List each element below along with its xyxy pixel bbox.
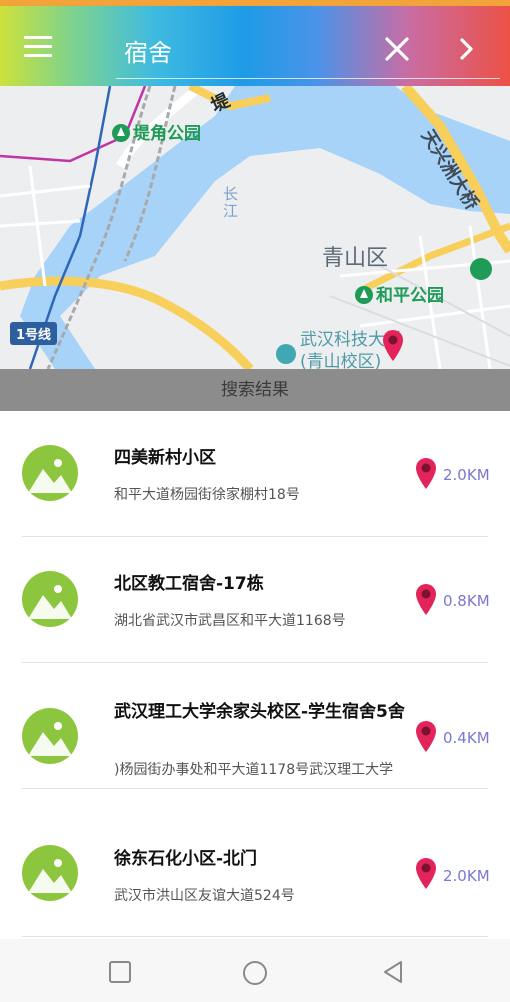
results-list: 四美新村小区 和平大道杨园街徐家棚村18号 2.0KM 北区教工宿舍-17栋 湖… — [0, 411, 510, 939]
result-name: 北区教工宿舍-17栋 — [114, 574, 264, 594]
result-address: 武汉市洪山区友谊大道524号 — [114, 888, 295, 904]
map-park-label[interactable]: 和平公园 — [355, 281, 444, 306]
recent-apps-icon[interactable] — [107, 959, 133, 985]
image-icon — [22, 571, 78, 627]
park-icon — [355, 286, 373, 304]
result-item[interactable]: 四美新村小区 和平大道杨园街徐家棚村18号 2.0KM — [0, 411, 510, 537]
result-address: 湖北省武汉市武昌区和平大道1168号 — [114, 613, 346, 629]
image-icon — [22, 445, 78, 501]
back-icon[interactable] — [380, 959, 406, 985]
result-name: 四美新村小区 — [114, 448, 216, 468]
chevron-right-icon[interactable] — [452, 34, 482, 64]
location-pin-icon — [414, 582, 438, 616]
map-river-label: 长江 — [221, 186, 239, 220]
home-icon[interactable] — [241, 959, 267, 985]
result-distance: 0.8KM — [443, 592, 490, 610]
result-distance: 0.4KM — [443, 729, 490, 747]
result-distance: 2.0KM — [443, 466, 490, 484]
map-district-label: 青山区 — [322, 246, 389, 271]
location-pin-icon — [414, 856, 438, 890]
result-address: 杨园街办事处和平大道1178号武汉理工大学( — [114, 762, 394, 778]
park-icon — [112, 124, 130, 142]
result-item[interactable]: 徐东石化小区-北门 武汉市洪山区友谊大道524号 2.0KM — [0, 789, 510, 937]
top-bar — [0, 6, 510, 86]
search-input[interactable] — [124, 30, 364, 70]
results-header: 搜索结果 — [0, 369, 510, 411]
park-name: 和平公园 — [376, 286, 444, 306]
result-item[interactable]: 北区教工宿舍-17栋 湖北省武汉市武昌区和平大道1168号 0.8KM — [0, 537, 510, 663]
system-nav-bar — [0, 939, 510, 1002]
image-icon — [22, 708, 78, 764]
location-pin-icon — [414, 456, 438, 490]
park-name: 堤角公园 — [133, 124, 201, 144]
map-view[interactable]: 堤角公园 和平公园 长江 青山区 天兴洲大桥 武汉科技大学 (青山校区) 堤 1… — [0, 86, 510, 369]
result-item[interactable]: 武汉理工大学余家头校区-学生宿舍5舍 杨园街办事处和平大道1178号武汉理工大学… — [0, 663, 510, 789]
park-icon — [470, 258, 492, 280]
result-distance: 2.0KM — [443, 867, 490, 885]
metro-line-badge: 1号线 — [10, 322, 58, 345]
result-name: 武汉理工大学余家头校区-学生宿舍5舍 — [114, 702, 405, 722]
search-box — [116, 26, 500, 79]
school-icon — [276, 344, 296, 364]
map-park-label[interactable]: 堤角公园 — [112, 119, 201, 144]
menu-icon[interactable] — [24, 36, 52, 58]
result-address: 和平大道杨园街徐家棚村18号 — [114, 487, 300, 503]
location-pin-icon — [414, 719, 438, 753]
close-icon[interactable] — [382, 34, 412, 64]
result-name: 徐东石化小区-北门 — [114, 849, 258, 869]
image-icon — [22, 845, 78, 901]
divider — [22, 936, 488, 937]
